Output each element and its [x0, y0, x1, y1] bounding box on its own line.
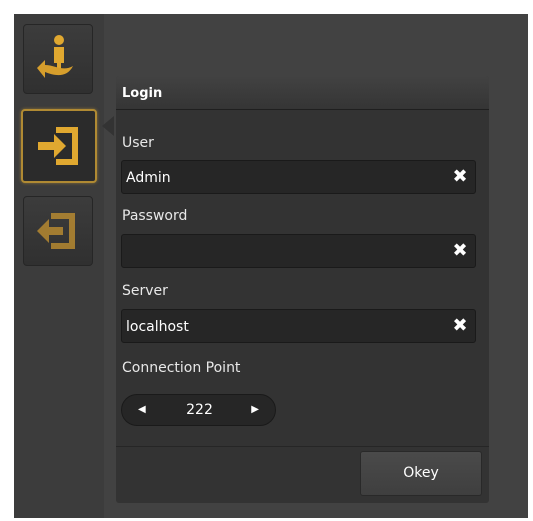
sidebar-logout-button[interactable]: [23, 196, 93, 266]
logout-icon: [37, 213, 75, 249]
corner-decoration-lower: [0, 180, 14, 270]
connection-point-stepper[interactable]: ◀ 222 ▶: [121, 394, 276, 426]
server-label: Server: [122, 283, 168, 299]
login-icon: [38, 127, 78, 165]
server-clear-icon[interactable]: ✖: [451, 317, 469, 335]
sidebar-user-button[interactable]: [23, 24, 93, 94]
user-label: User: [122, 135, 154, 151]
sidebar-login-button[interactable]: [21, 109, 97, 183]
user-clear-icon[interactable]: ✖: [451, 168, 469, 186]
user-icon: [37, 35, 73, 78]
server-field[interactable]: localhost ✖: [121, 309, 476, 343]
server-value: localhost: [126, 319, 189, 335]
login-panel: Login User Admin ✖ Password ✖ Server loc…: [116, 76, 489, 503]
stepper-right-icon[interactable]: ▶: [251, 404, 259, 415]
panel-footer: Okey: [116, 446, 489, 503]
connection-point-label: Connection Point: [122, 360, 241, 376]
panel-title: Login: [116, 76, 489, 110]
corner-decoration: [0, 0, 14, 120]
password-label: Password: [122, 208, 188, 224]
password-clear-icon[interactable]: ✖: [451, 242, 469, 260]
user-field[interactable]: Admin ✖: [121, 160, 476, 194]
password-field[interactable]: ✖: [121, 234, 476, 268]
panel-pointer: [102, 116, 114, 136]
okey-button[interactable]: Okey: [360, 451, 482, 496]
user-value: Admin: [126, 170, 171, 186]
